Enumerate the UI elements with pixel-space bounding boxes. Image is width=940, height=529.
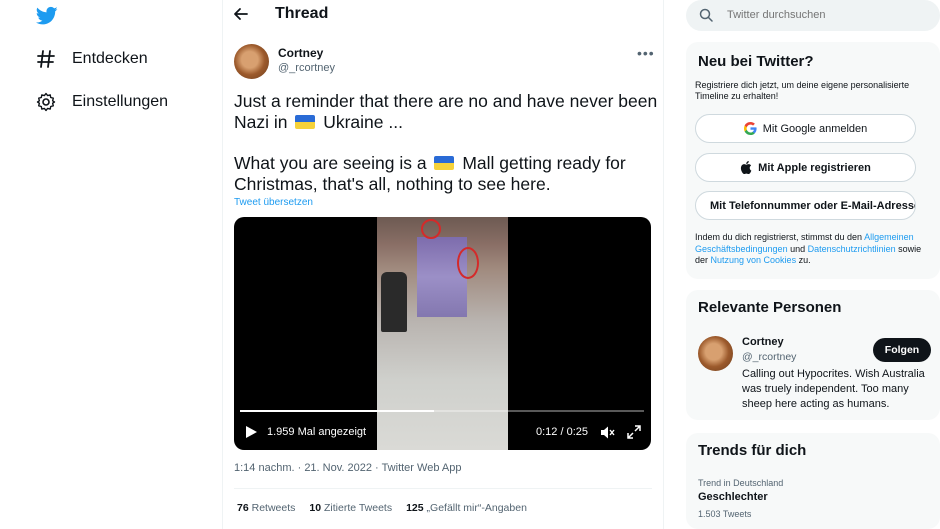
signup-description: Registriere dich jetzt, um deine eigene … (695, 80, 910, 101)
likes-count: 125 (406, 502, 424, 514)
signup-title: Neu bei Twitter? (698, 53, 814, 70)
ukraine-flag-icon (295, 115, 316, 129)
video-progress-fill (240, 410, 434, 412)
video-view-count: 1.959 Mal angezeigt (267, 426, 367, 438)
avatar[interactable] (698, 336, 733, 371)
author-handle[interactable]: @_rcortney (278, 62, 335, 74)
likes-stat[interactable]: 125 „Gefällt mir“-Angaben (406, 502, 527, 514)
legal-text: Indem du dich registrierst, stimmst du d… (695, 232, 865, 242)
translate-tweet-link[interactable]: Tweet übersetzen (234, 197, 313, 208)
person-name[interactable]: Cortney (742, 336, 784, 348)
tweet-text-line: Christmas, that's all, nothing to see he… (234, 174, 551, 195)
video-people (381, 272, 407, 332)
legal-text: und (787, 243, 808, 254)
quotes-label: Zitierte Tweets (324, 502, 393, 514)
video-annotation-circle (457, 247, 479, 279)
retweets-stat[interactable]: 76 Retweets (237, 502, 295, 514)
video-annotation-circle (421, 219, 441, 239)
apple-signup-button[interactable]: Mit Apple registrieren (695, 153, 916, 182)
page-title: Thread (275, 5, 329, 22)
back-arrow-icon[interactable] (233, 6, 249, 22)
tweet-text-line: Just a reminder that there are no and ha… (234, 91, 657, 112)
more-options-icon[interactable]: ••• (637, 45, 655, 61)
cookies-link[interactable]: Nutzung von Cookies (711, 255, 797, 265)
retweets-count: 76 (237, 502, 249, 514)
avatar[interactable] (234, 44, 269, 79)
google-signup-button[interactable]: Mit Google anmelden (695, 114, 916, 143)
video-progress-bar[interactable] (240, 410, 644, 412)
person-bio: Calling out Hypocrites. Wish Australia w… (742, 368, 925, 410)
signup-legal-text: Indem du dich registrierst, stimmst du d… (695, 232, 935, 267)
tweet-text-line: What you are seeing is a Mall getting re… (234, 153, 626, 174)
divider (222, 0, 223, 529)
tweet-text: What you are seeing is a (234, 153, 432, 173)
tweet-timestamp[interactable]: 1:14 nachm. · 21. Nov. 2022 · Twitter We… (234, 462, 461, 474)
search-icon (699, 8, 713, 22)
tweet-text: Nazi in (234, 112, 293, 132)
nav-item-label: Einstellungen (72, 93, 169, 110)
phone-email-signup-button[interactable]: Mit Telefonnummer oder E-Mail-Adresse re… (695, 191, 916, 220)
google-icon (743, 122, 757, 135)
nav-item-explore[interactable]: Entdecken (36, 49, 148, 69)
tweet-stats: 76 Retweets 10 Zitierte Tweets 125 „Gefä… (237, 502, 527, 514)
retweets-label: Retweets (251, 502, 296, 514)
video-escalator (417, 237, 467, 317)
hashtag-icon (37, 50, 55, 68)
video-player[interactable]: 1.959 Mal angezeigt 0:12 / 0:25 (234, 217, 651, 450)
tweet-text: Mall getting ready for (457, 153, 626, 173)
tweet-text-line: Nazi in Ukraine ... (234, 112, 403, 133)
likes-label: „Gefällt mir“-Angaben (426, 502, 527, 514)
person-handle[interactable]: @_rcortney (742, 351, 796, 363)
relevant-people-title: Relevante Personen (698, 299, 842, 316)
search-input[interactable] (727, 9, 927, 21)
nav-item-settings[interactable]: Einstellungen (36, 92, 168, 112)
volume-icon[interactable] (600, 425, 615, 440)
divider (234, 488, 652, 489)
privacy-link[interactable]: Datenschutzrichtlinien (808, 244, 896, 254)
quotes-count: 10 (309, 502, 322, 514)
apple-signup-label: Mit Apple registrieren (758, 161, 871, 174)
legal-text: zu. (796, 255, 811, 265)
tweet-text: Ukraine ... (318, 112, 403, 132)
apple-icon (741, 161, 752, 174)
nav-item-label: Entdecken (72, 50, 148, 67)
trend-count: 1.503 Tweets (698, 509, 752, 519)
fullscreen-icon[interactable] (627, 425, 641, 439)
divider (663, 0, 664, 529)
ukraine-flag-icon (434, 156, 455, 170)
quotes-stat[interactable]: 10 Zitierte Tweets (309, 502, 392, 514)
trends-title: Trends für dich (698, 442, 807, 459)
phone-email-signup-label: Mit Telefonnummer oder E-Mail-Adresse re… (710, 199, 916, 212)
gear-icon (36, 92, 56, 112)
tweet-text: Just a reminder that there are no and ha… (234, 91, 658, 111)
trend-name[interactable]: Geschlechter (698, 491, 768, 503)
tweet-text: Christmas, that's all, nothing to see he… (234, 174, 551, 194)
author-name[interactable]: Cortney (278, 46, 323, 60)
twitter-logo-icon[interactable] (36, 6, 58, 26)
play-icon[interactable] (244, 425, 258, 439)
follow-button[interactable]: Folgen (873, 338, 931, 362)
trend-context: Trend in Deutschland (698, 478, 784, 488)
video-frame (377, 217, 508, 450)
video-time: 0:12 / 0:25 (536, 426, 588, 438)
google-signup-label: Mit Google anmelden (762, 122, 868, 135)
